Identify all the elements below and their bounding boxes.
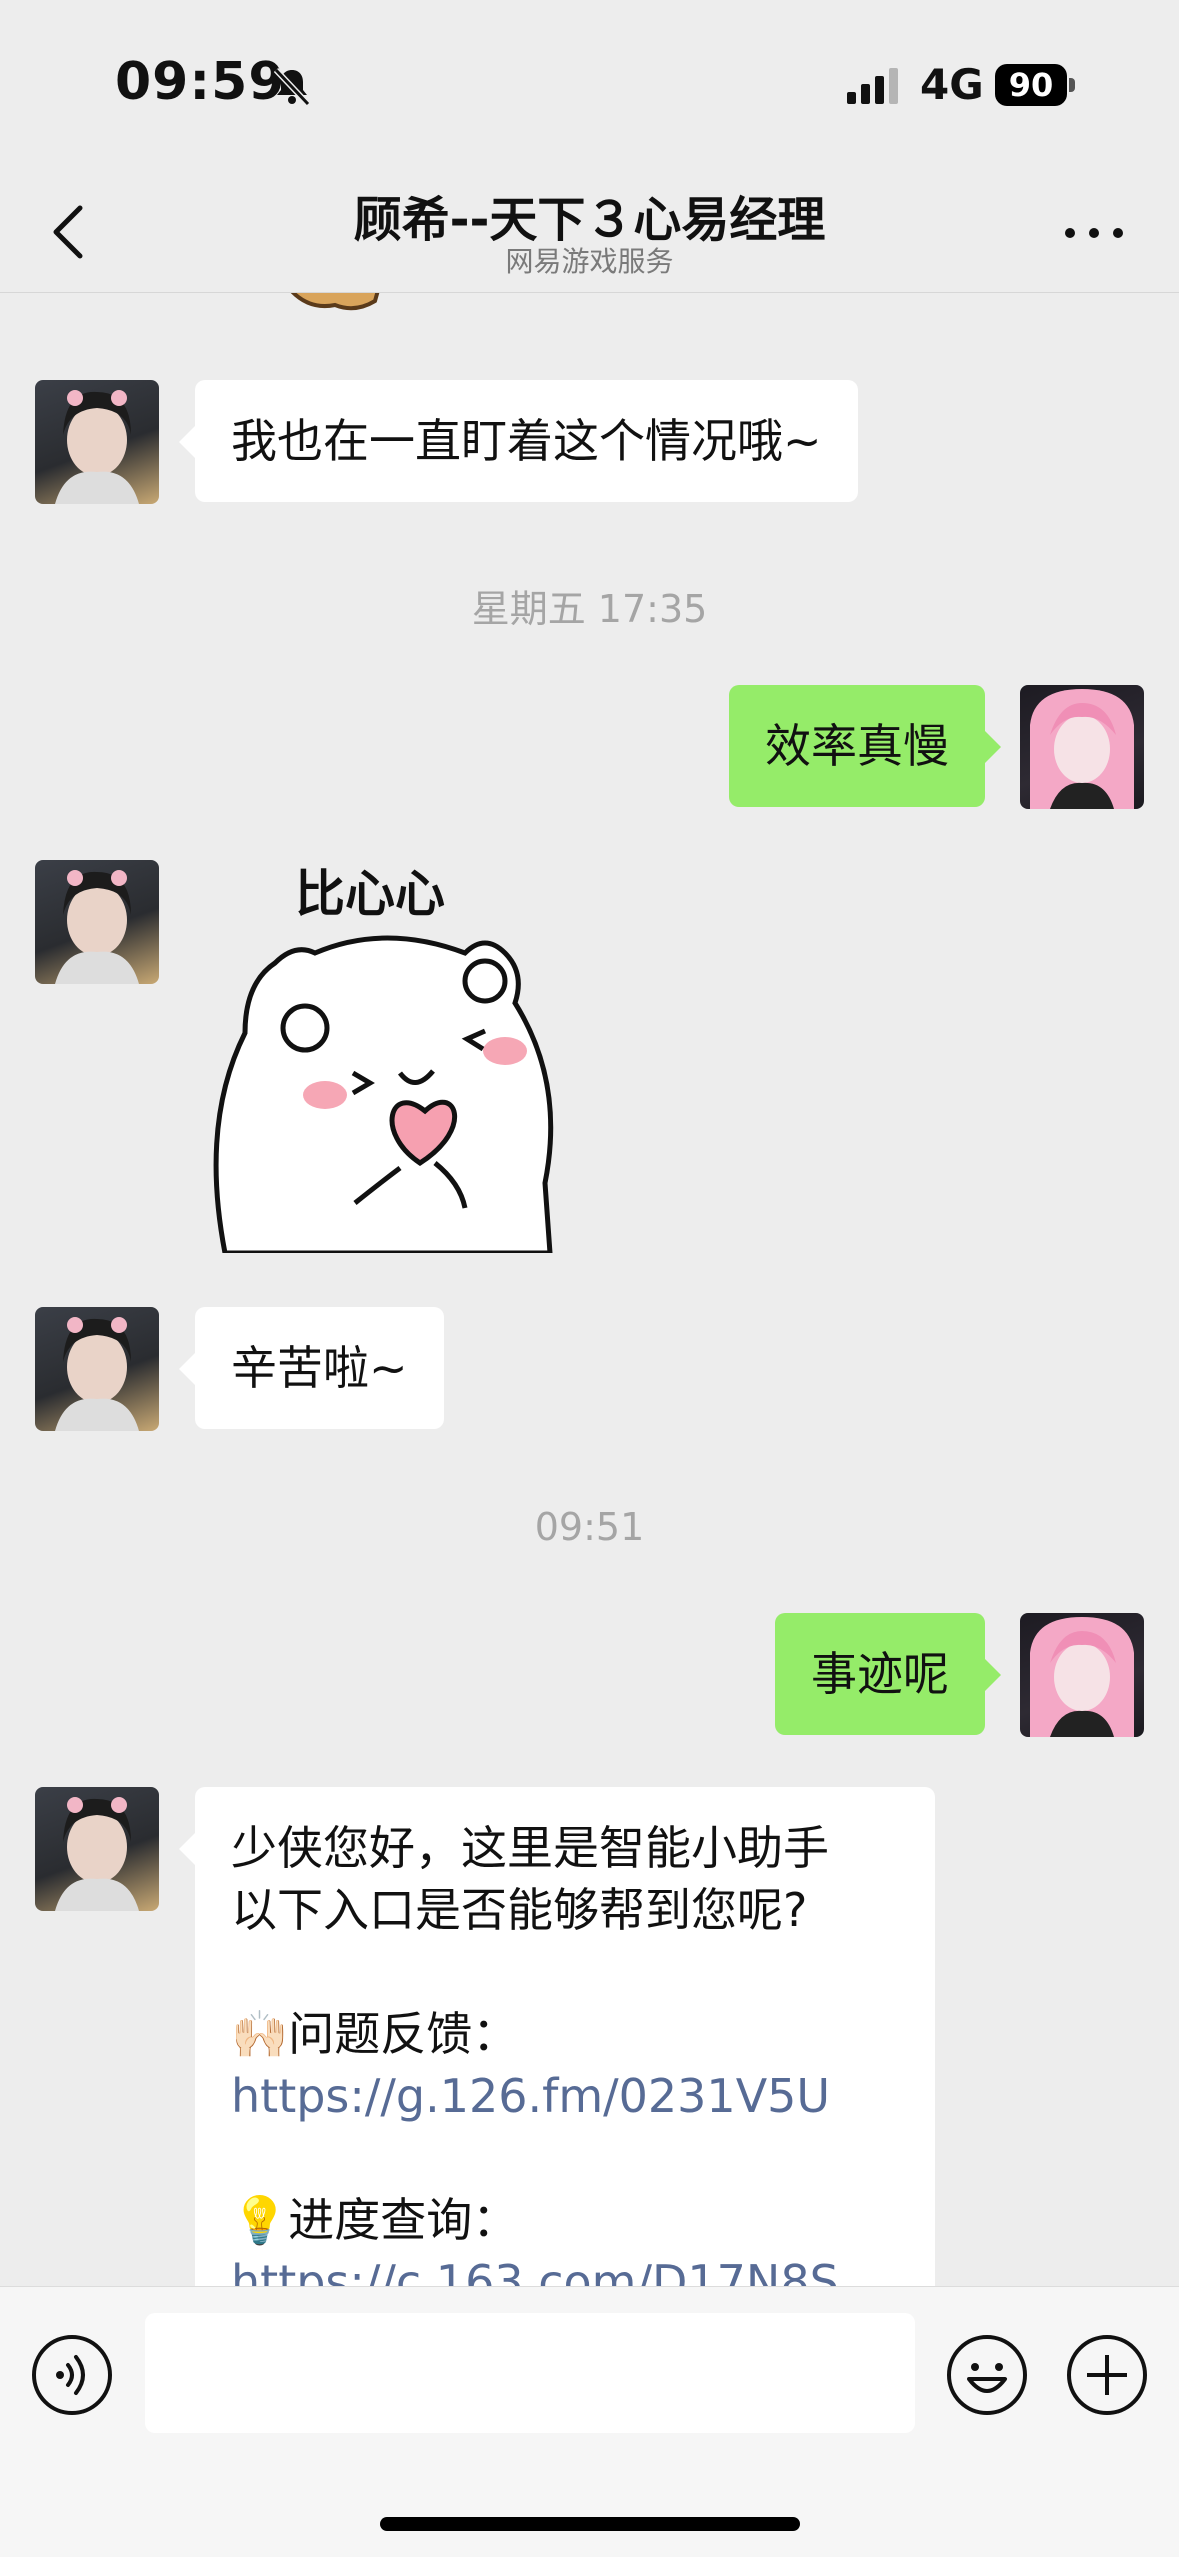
cellular-signal-icon <box>847 68 898 104</box>
sticker-partial <box>290 293 380 311</box>
more-dots-icon[interactable] <box>1065 220 1125 244</box>
battery-level: 90 <box>995 64 1067 106</box>
message-bubble-incoming[interactable]: 辛苦啦~ <box>179 1307 444 1429</box>
message-bubble-incoming[interactable]: 我也在一直盯着这个情况哦~ <box>179 380 858 502</box>
chat-subtitle: 网易游戏服务 <box>505 245 674 278</box>
message-bubble-incoming[interactable]: 少侠您好，这里是智能小助手 以下入口是否能够帮到您呢? 🙌🏻问题反馈： http… <box>179 1787 935 2286</box>
emoji-icon[interactable] <box>945 2333 1029 2417</box>
feedback-link[interactable]: https://g.126.fm/0231V5U <box>231 2065 899 2127</box>
avatar-contact[interactable] <box>35 1307 159 1431</box>
avatar-contact[interactable] <box>35 380 159 504</box>
battery-icon: 90 <box>995 64 1077 108</box>
message-text: 事迹呢 <box>811 1647 949 1701</box>
avatar-contact[interactable] <box>35 1787 159 1911</box>
message-text: 少侠您好，这里是智能小助手 <box>231 1821 829 1875</box>
raised-hands-icon: 🙌🏻 <box>231 2007 289 2061</box>
bell-slash-icon <box>273 67 311 107</box>
voice-icon[interactable] <box>30 2333 114 2417</box>
message-bubble-outgoing[interactable]: 事迹呢 <box>775 1613 1001 1735</box>
avatar-contact[interactable] <box>35 860 159 984</box>
sticker-caption: 比心心 <box>295 865 445 923</box>
timestamp: 09:51 <box>534 1505 645 1549</box>
chat-message-list[interactable]: 我也在一直盯着这个情况哦~ 星期五 17:35 效率真慢 比心心 辛苦啦~ 09… <box>0 293 1179 2286</box>
message-text: 我也在一直盯着这个情况哦~ <box>231 414 822 468</box>
lightbulb-icon: 💡 <box>231 2193 289 2247</box>
status-bar: 09:59 4G 90 <box>0 0 1179 170</box>
message-text: 效率真慢 <box>765 719 949 773</box>
timestamp: 星期五 17:35 <box>471 587 708 631</box>
plus-icon[interactable] <box>1065 2333 1149 2417</box>
avatar-self[interactable] <box>1020 1613 1144 1737</box>
message-bubble-outgoing[interactable]: 效率真慢 <box>729 685 1001 807</box>
chat-header: 顾希--天下３心易经理 网易游戏服务 <box>0 170 1179 293</box>
network-type: 4G <box>920 60 984 109</box>
sticker-heart-bear[interactable]: 比心心 <box>205 863 585 1256</box>
progress-link[interactable]: https://c.163.com/D17N8S <box>231 2251 899 2286</box>
status-time: 09:59 <box>115 52 286 112</box>
menu-item-label: 问题反馈： <box>288 2007 519 2061</box>
home-indicator[interactable] <box>380 2517 800 2531</box>
avatar-self[interactable] <box>1020 685 1144 809</box>
menu-item-label: 进度查询： <box>288 2193 519 2247</box>
message-text: 辛苦啦~ <box>231 1341 408 1395</box>
message-text: 以下入口是否能够帮到您呢? <box>231 1883 808 1937</box>
message-input-bar <box>0 2286 1179 2557</box>
message-input[interactable] <box>145 2313 915 2433</box>
